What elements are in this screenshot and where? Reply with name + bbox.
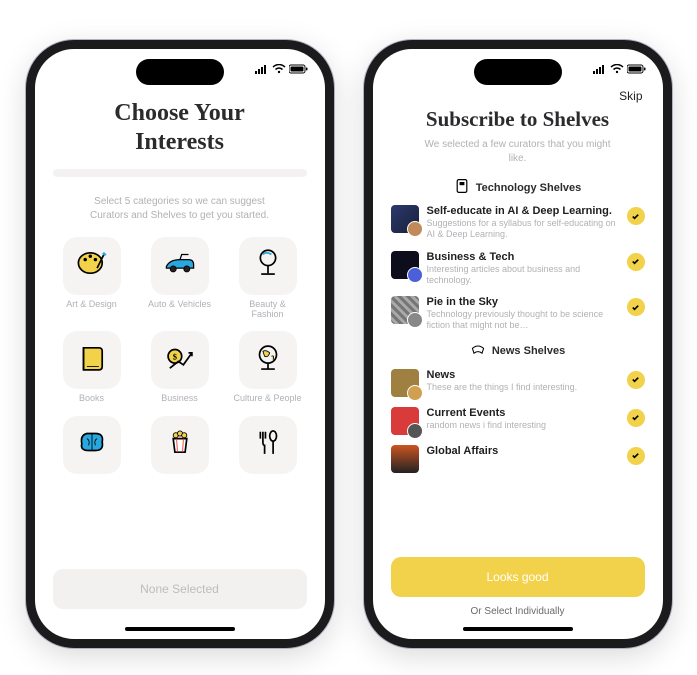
- shelf-thumb: [391, 407, 419, 435]
- page-subtitle: We selected a few curators that you migh…: [423, 138, 613, 166]
- page-subtitle: Select 5 categories so we can suggest Cu…: [85, 195, 275, 223]
- category-label: Art & Design: [66, 299, 117, 309]
- check-icon[interactable]: [627, 409, 645, 427]
- category-auto-vehicles[interactable]: Auto & Vehicles: [141, 237, 219, 320]
- home-indicator: [125, 627, 235, 631]
- battery-icon: [627, 64, 647, 77]
- shelf-item[interactable]: Global Affairs: [391, 445, 645, 473]
- shelf-desc: Technology previously thought to be scie…: [427, 309, 619, 332]
- shelf-title: Global Affairs: [427, 445, 619, 457]
- mirror-icon: [251, 246, 285, 285]
- palette-icon: [75, 246, 109, 285]
- shelf-desc: Suggestions for a syllabus for self-educ…: [427, 218, 619, 241]
- progress-bar: [53, 169, 307, 177]
- shelf-title: Self-educate in AI & Deep Learning.: [427, 205, 619, 217]
- shelf-thumb: [391, 445, 419, 473]
- category-art-design[interactable]: Art & Design: [53, 237, 131, 320]
- shelves-news: News These are the things I find interes…: [391, 369, 645, 473]
- category-culture-people[interactable]: Culture & People: [229, 331, 307, 403]
- or-select-link[interactable]: Or Select Individually: [373, 606, 663, 617]
- shelf-desc: These are the things I find interesting.: [427, 382, 619, 393]
- check-icon[interactable]: [627, 298, 645, 316]
- phone-right: Skip Subscribe to Shelves We selected a …: [364, 40, 672, 648]
- shelf-thumb: [391, 251, 419, 279]
- dollar-chart-icon: $: [163, 341, 197, 380]
- shelf-thumb: [391, 205, 419, 233]
- tech-icon: [454, 178, 470, 197]
- shelf-title: Pie in the Sky: [427, 296, 619, 308]
- category-label: Culture & People: [233, 393, 301, 403]
- home-indicator: [463, 627, 573, 631]
- shelf-desc: random news i find interesting: [427, 420, 619, 431]
- page-title: Subscribe to Shelves: [391, 107, 645, 132]
- notch: [136, 59, 224, 85]
- shelf-item[interactable]: News These are the things I find interes…: [391, 369, 645, 397]
- check-icon[interactable]: [627, 371, 645, 389]
- globe-icon: [251, 341, 285, 380]
- screen-left: Choose Your Interests Select 5 categorie…: [35, 91, 325, 639]
- section-header-news: News Shelves: [391, 342, 645, 361]
- shelf-item[interactable]: Business & Tech Interesting articles abo…: [391, 251, 645, 287]
- wifi-icon: [272, 64, 286, 77]
- category-business[interactable]: $ Business: [141, 331, 219, 403]
- shelf-thumb: [391, 369, 419, 397]
- phone-left: Choose Your Interests Select 5 categorie…: [26, 40, 334, 648]
- section-header-technology: Technology Shelves: [391, 178, 645, 197]
- category-grid: Art & Design Auto & Vehicles Beauty & Fa…: [53, 237, 307, 478]
- wifi-icon: [610, 64, 624, 77]
- popcorn-icon: [163, 425, 197, 464]
- page-title: Choose Your Interests: [53, 99, 307, 157]
- check-icon[interactable]: [627, 207, 645, 225]
- shelf-title: Current Events: [427, 407, 619, 419]
- battery-icon: [289, 64, 309, 77]
- notch: [474, 59, 562, 85]
- looks-good-button[interactable]: Looks good: [391, 557, 645, 597]
- category-partial-brain[interactable]: [53, 416, 131, 478]
- shelves-tech: Self-educate in AI & Deep Learning. Sugg…: [391, 205, 645, 332]
- book-icon: [75, 341, 109, 380]
- none-selected-button[interactable]: None Selected: [53, 569, 307, 609]
- shelf-title: News: [427, 369, 619, 381]
- news-icon: [470, 342, 486, 361]
- category-beauty-fashion[interactable]: Beauty & Fashion: [229, 237, 307, 320]
- category-partial-popcorn[interactable]: [141, 416, 219, 478]
- shelf-title: Business & Tech: [427, 251, 619, 263]
- fork-spoon-icon: [251, 425, 285, 464]
- check-icon[interactable]: [627, 253, 645, 271]
- shelf-item[interactable]: Self-educate in AI & Deep Learning. Sugg…: [391, 205, 645, 241]
- svg-text:$: $: [172, 351, 177, 361]
- category-label: Business: [161, 393, 198, 403]
- car-icon: [163, 246, 197, 285]
- category-partial-food[interactable]: [229, 416, 307, 478]
- shelf-item[interactable]: Pie in the Sky Technology previously tho…: [391, 296, 645, 332]
- skip-button[interactable]: Skip: [391, 91, 645, 103]
- check-icon[interactable]: [627, 447, 645, 465]
- signal-icon: [255, 64, 269, 77]
- signal-icon: [593, 64, 607, 77]
- shelf-thumb: [391, 296, 419, 324]
- category-label: Auto & Vehicles: [148, 299, 211, 309]
- category-label: Beauty & Fashion: [233, 299, 303, 320]
- screen-right: Skip Subscribe to Shelves We selected a …: [373, 91, 663, 639]
- category-label: Books: [79, 393, 104, 403]
- shelf-desc: Interesting articles about business and …: [427, 264, 619, 287]
- category-books[interactable]: Books: [53, 331, 131, 403]
- shelf-item[interactable]: Current Events random news i find intere…: [391, 407, 645, 435]
- brain-icon: [75, 425, 109, 464]
